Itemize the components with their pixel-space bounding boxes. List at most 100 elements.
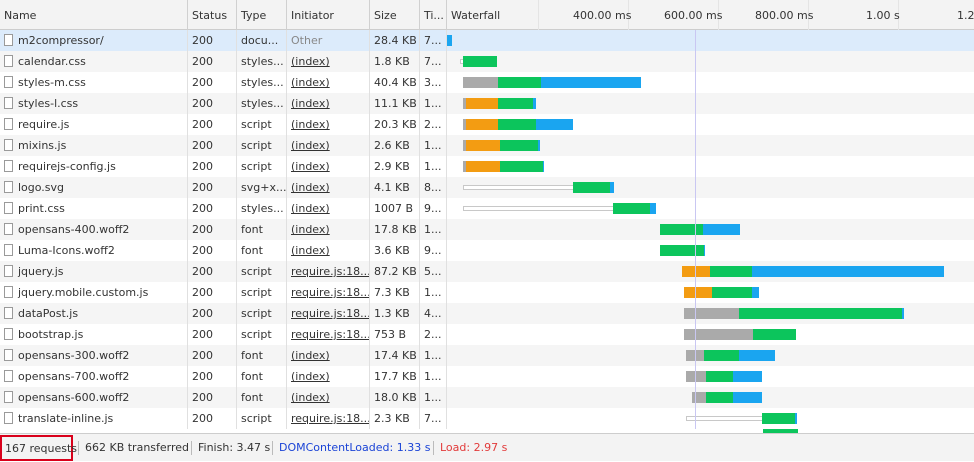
- initiator-cell: (index): [287, 387, 370, 408]
- time-cell-text: 9...: [424, 244, 442, 257]
- status-cell-text: 200: [192, 391, 213, 404]
- initiator-cell: (index): [287, 219, 370, 240]
- table-row[interactable]: opensans-400.woff2 200 font (index) 17.8 KB 1…: [0, 219, 974, 240]
- column-header-time[interactable]: Ti...: [420, 0, 447, 30]
- initiator-cell-text[interactable]: require.js:18...: [291, 307, 369, 320]
- table-row[interactable]: opensans-600.woff2 200 font (index) 18.0 KB 1…: [0, 387, 974, 408]
- table-row[interactable]: styles-m.css 200 styles... (index) 40.4 KB 3.…: [0, 72, 974, 93]
- size-cell: 1.8 KB: [370, 51, 420, 72]
- status-cell-text: 200: [192, 118, 213, 131]
- name-cell: mixins.js: [0, 135, 188, 156]
- initiator-cell-text[interactable]: require.js:18...: [291, 265, 369, 278]
- type-cell: svg+x...: [237, 177, 287, 198]
- initiator-cell-text[interactable]: require.js:18...: [291, 286, 369, 299]
- status-cell-text: 200: [192, 202, 213, 215]
- transferred-size: 662 KB transferred: [85, 441, 190, 454]
- status-cell: 200: [188, 261, 237, 282]
- initiator-cell-text[interactable]: (index): [291, 202, 330, 215]
- type-cell-text: font: [241, 370, 263, 383]
- table-row[interactable]: m2compressor/200 docu... Other 28.4 KB 7...: [0, 30, 974, 51]
- column-header-status[interactable]: Status: [188, 0, 237, 30]
- name-cell-text: opensans-400.woff2: [18, 223, 130, 236]
- name-cell-text: jquery.js: [18, 265, 64, 278]
- waterfall-tick: 400.00 ms: [573, 9, 632, 22]
- name-cell-text: styles-l.css: [18, 97, 79, 110]
- initiator-cell-text[interactable]: (index): [291, 181, 330, 194]
- name-cell-text: logo.svg: [18, 181, 65, 194]
- table-row[interactable]: translate-inline.js 200 script require.js:1…: [0, 408, 974, 429]
- file-icon: [4, 118, 13, 130]
- waterfall-connect-bar: [466, 161, 500, 172]
- size-cell-text: 40.4 KB: [374, 76, 417, 89]
- column-header-waterfall[interactable]: Waterfall: [447, 0, 537, 30]
- table-row[interactable]: jquery.js 200 script require.js:18... 87.2 K…: [0, 261, 974, 282]
- table-row[interactable]: bootstrap.js 200 script require.js:18... 753…: [0, 324, 974, 345]
- initiator-cell-text[interactable]: (index): [291, 55, 330, 68]
- initiator-cell-text[interactable]: (index): [291, 139, 330, 152]
- initiator-cell: (index): [287, 114, 370, 135]
- status-cell-text: 200: [192, 34, 213, 47]
- table-row[interactable]: print.css 200 styles... (index) 1007 B 9...: [0, 198, 974, 219]
- file-icon: [4, 223, 13, 235]
- waterfall-download-bar: [902, 308, 904, 319]
- type-cell: styles...: [237, 72, 287, 93]
- table-row[interactable]: dataPost.js 200 script require.js:18... 1.3 …: [0, 303, 974, 324]
- time-cell: 1...: [420, 156, 447, 177]
- initiator-cell-text[interactable]: (index): [291, 370, 330, 383]
- column-header-size[interactable]: Size: [370, 0, 420, 30]
- waterfall-tick: 800.00 ms: [755, 9, 814, 22]
- initiator-cell-text[interactable]: (index): [291, 391, 330, 404]
- initiator-cell-text[interactable]: (index): [291, 244, 330, 257]
- initiator-cell-text[interactable]: require.js:18...: [291, 412, 369, 425]
- initiator-cell-text[interactable]: (index): [291, 160, 330, 173]
- status-cell: 200: [188, 135, 237, 156]
- type-cell: font: [237, 366, 287, 387]
- status-cell: 200: [188, 72, 237, 93]
- initiator-cell-text[interactable]: require.js:18...: [291, 328, 369, 341]
- size-cell-text: 7.3 KB: [374, 286, 410, 299]
- table-row[interactable]: requirejs-config.js 200 script (index) 2.9 K…: [0, 156, 974, 177]
- file-icon: [4, 370, 13, 382]
- file-icon: [4, 139, 13, 151]
- type-cell: script: [237, 261, 287, 282]
- initiator-cell: Other: [287, 30, 370, 51]
- table-row[interactable]: jquery.mobile.custom.js 200 script require.…: [0, 282, 974, 303]
- waterfall-download-bar: [650, 203, 656, 214]
- waterfall-download-bar: [752, 266, 944, 277]
- table-row[interactable]: styles-l.css 200 styles... (index) 11.1 KB 1.…: [0, 93, 974, 114]
- name-cell: requirejs-config.js: [0, 156, 188, 177]
- type-cell: font: [237, 219, 287, 240]
- initiator-cell: require.js:18...: [287, 408, 370, 429]
- column-header-type[interactable]: Type: [237, 0, 287, 30]
- column-header-name[interactable]: Name: [0, 0, 188, 30]
- initiator-cell-text[interactable]: (index): [291, 349, 330, 362]
- table-row[interactable]: require.js 200 script (index) 20.3 KB 2...: [0, 114, 974, 135]
- file-icon: [4, 307, 13, 319]
- network-table-header: Name Status Type Initiator Size Ti... Wa…: [0, 0, 974, 433]
- table-row[interactable]: mixins.js 200 script (index) 2.6 KB 1...: [0, 135, 974, 156]
- table-row[interactable]: Luma-Icons.woff2 200 font (index) 3.6 KB 9...: [0, 240, 974, 261]
- status-cell: 200: [188, 198, 237, 219]
- size-cell-text: 753 B: [374, 328, 407, 341]
- table-row[interactable]: calendar.css 200 styles... (index) 1.8 KB 7..…: [0, 51, 974, 72]
- table-row[interactable]: logo.svg 200 svg+x... (index) 4.1 KB 8...: [0, 177, 974, 198]
- waterfall-waiting-bar: [706, 371, 733, 382]
- waterfall-waiting-bar: [706, 392, 733, 403]
- name-cell: opensans-400.woff2: [0, 219, 188, 240]
- type-cell-text: script: [241, 328, 272, 341]
- size-cell: 1007 B: [370, 198, 420, 219]
- name-cell: bootstrap.js: [0, 324, 188, 345]
- size-cell: 17.8 KB: [370, 219, 420, 240]
- initiator-cell-text[interactable]: (index): [291, 97, 330, 110]
- time-cell: 4...: [420, 303, 447, 324]
- waterfall-waiting-bar: [463, 56, 497, 67]
- table-row[interactable]: opensans-700.woff2 200 font (index) 17.7 KB 1…: [0, 366, 974, 387]
- initiator-cell-text[interactable]: (index): [291, 76, 330, 89]
- column-header-initiator[interactable]: Initiator: [287, 0, 370, 30]
- waterfall-queue-bar: [686, 416, 762, 421]
- initiator-cell-text[interactable]: (index): [291, 118, 330, 131]
- initiator-cell-text[interactable]: (index): [291, 223, 330, 236]
- name-cell-text: m2compressor/: [18, 34, 104, 47]
- table-row[interactable]: opensans-300.woff2 200 font (index) 17.4 KB 1…: [0, 345, 974, 366]
- time-cell-text: 1...: [424, 349, 442, 362]
